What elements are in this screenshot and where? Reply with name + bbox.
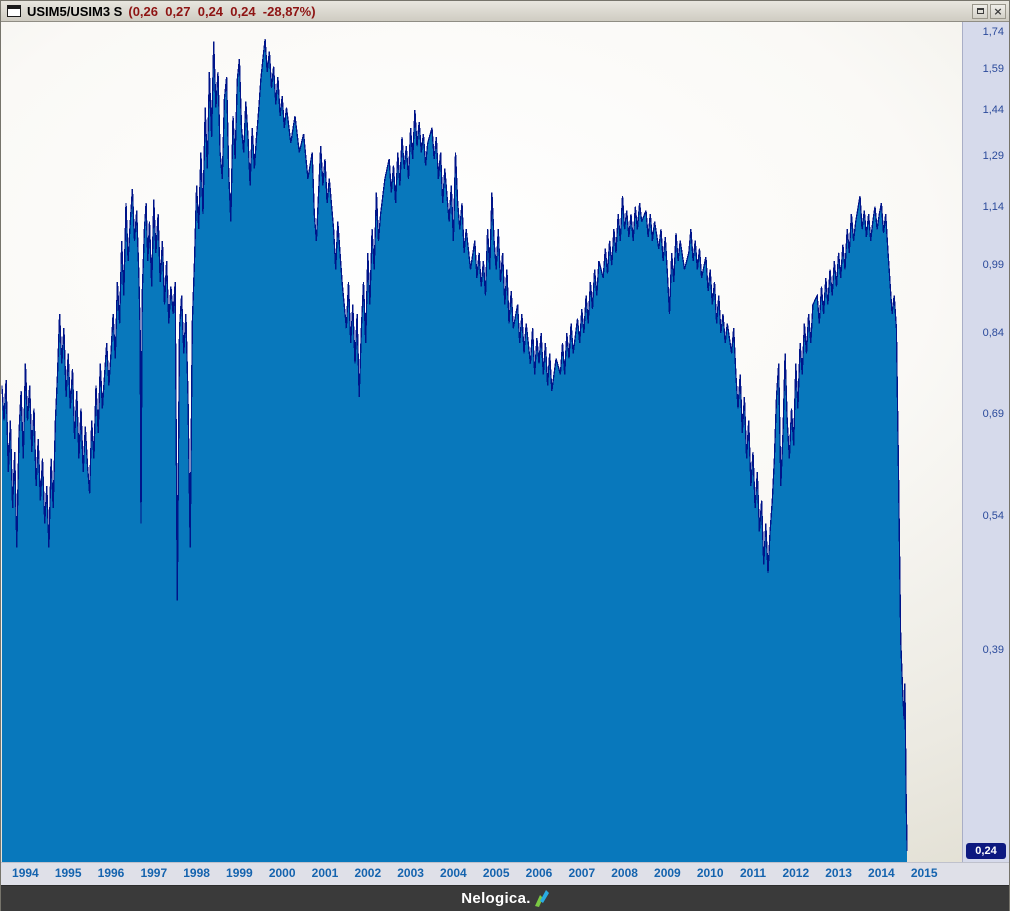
x-axis-label: 2002 [354, 866, 381, 880]
brand-name: Nelogica. [461, 890, 530, 907]
close-icon: × [993, 6, 1002, 17]
x-axis-label: 1999 [226, 866, 253, 880]
y-axis-label: 1,44 [983, 104, 1004, 117]
x-axis-label: 2005 [483, 866, 510, 880]
close-button[interactable]: × [990, 4, 1006, 19]
y-axis-label: 0,54 [983, 510, 1004, 523]
ohlc-quote-text: (0,26 0,27 0,24 0,24 -28,87%) [128, 4, 315, 19]
x-axis-label: 2012 [782, 866, 809, 880]
chart-plot-area[interactable] [1, 22, 962, 862]
price-axis[interactable]: 0,24 1,74 1,59 1,44 1,29 1,14 0,99 0,84 0,69 0,5… [962, 22, 1009, 862]
restore-button[interactable] [972, 4, 988, 19]
x-axis-label: 1997 [140, 866, 167, 880]
x-axis-label: 1995 [55, 866, 82, 880]
x-axis-label: 2008 [611, 866, 638, 880]
chart-main: 0,24 1,74 1,59 1,44 1,29 1,14 0,99 0,84 0,69 0,5… [1, 22, 1009, 862]
x-axis-label: 2015 [911, 866, 938, 880]
footer-bar: Nelogica. [1, 885, 1009, 911]
x-axis-label: 2014 [868, 866, 895, 880]
price-area-chart [1, 22, 964, 862]
x-axis-label: 1996 [98, 866, 125, 880]
x-axis-label: 1994 [12, 866, 39, 880]
y-axis-label: 1,29 [983, 150, 1004, 163]
chart-window: USIM5/USIM3 S (0,26 0,27 0,24 0,24 -28,8… [0, 0, 1010, 911]
x-axis-label: 2010 [697, 866, 724, 880]
y-axis-label: 1,59 [983, 63, 1004, 76]
x-axis-label: 2003 [397, 866, 424, 880]
y-axis-label: 0,99 [983, 259, 1004, 272]
x-axis-label: 2007 [568, 866, 595, 880]
window-icon [7, 5, 21, 17]
y-axis-label: 1,14 [983, 201, 1004, 214]
x-axis-label: 2006 [526, 866, 553, 880]
x-axis-label: 2009 [654, 866, 681, 880]
time-axis[interactable]: 1994 1995 1996 1997 1998 1999 2000 2001 2002 2003… [1, 862, 1009, 885]
x-axis-label: 2011 [740, 866, 766, 880]
x-axis-label: 1998 [183, 866, 210, 880]
last-price-badge: 0,24 [966, 843, 1006, 859]
area-fill [2, 39, 907, 862]
restore-icon [977, 8, 984, 14]
title-bar[interactable]: USIM5/USIM3 S (0,26 0,27 0,24 0,24 -28,8… [1, 1, 1009, 22]
y-axis-label: 1,74 [983, 26, 1004, 39]
x-axis-label: 2004 [440, 866, 467, 880]
y-axis-label: 0,84 [983, 327, 1004, 340]
x-axis-label: 2000 [269, 866, 296, 880]
nelogica-logo-icon [534, 890, 549, 907]
y-axis-label: 0,39 [983, 644, 1004, 657]
x-axis-label: 2001 [312, 866, 339, 880]
x-axis-label: 2013 [825, 866, 852, 880]
y-axis-label: 0,69 [983, 408, 1004, 421]
symbol-title: USIM5/USIM3 S [27, 4, 122, 19]
